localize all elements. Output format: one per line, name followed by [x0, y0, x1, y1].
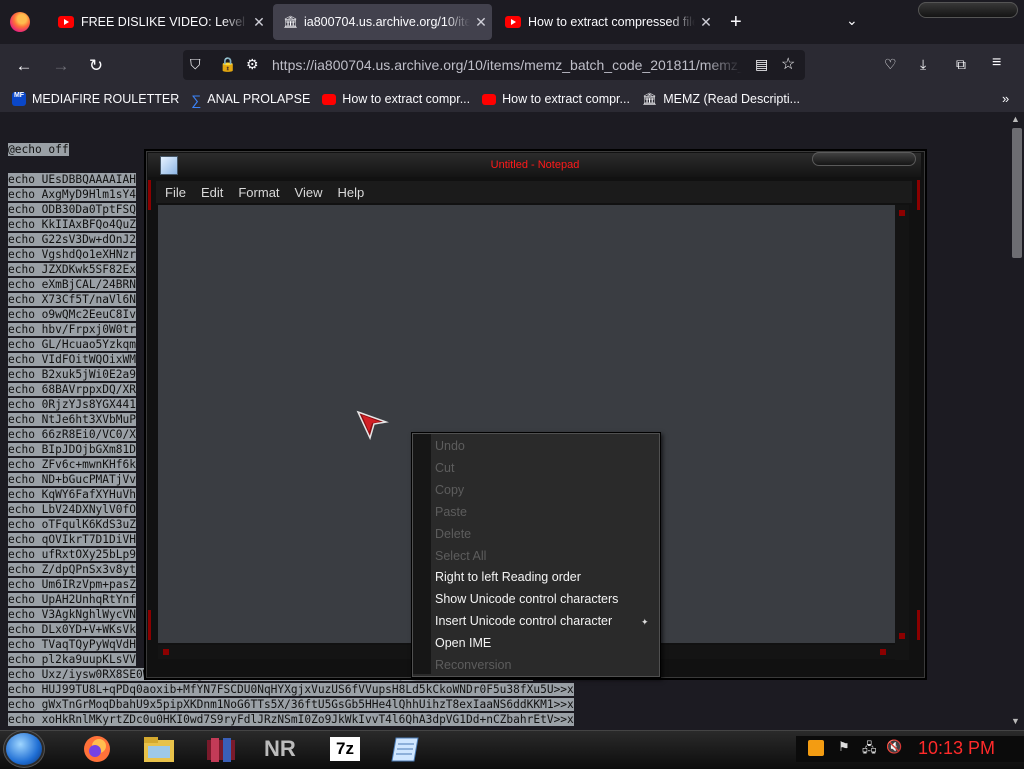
mediafire-icon: MF [12, 92, 26, 106]
menu-item-delete[interactable]: Delete [435, 527, 471, 541]
firefox-icon[interactable] [80, 734, 116, 764]
close-tab-icon[interactable]: ✕ [248, 14, 270, 31]
start-button[interactable] [6, 733, 42, 765]
tab-dislike-video[interactable]: FREE DISLIKE VIDEO: Level Fail C ✕ [48, 4, 270, 40]
tracking-protection-icon[interactable]: ⛉ [190, 56, 201, 73]
tray-app-icon[interactable] [808, 740, 824, 756]
archive-icon: 🏛 [283, 15, 299, 29]
menu-item-insert-unicode[interactable]: Insert Unicode control character [435, 614, 612, 628]
notepad-menubar: File Edit Format View Help [156, 181, 912, 203]
close-tab-icon[interactable]: ✕ [695, 14, 717, 31]
sigma-icon: ∑ [191, 92, 202, 108]
youtube-icon [58, 16, 74, 28]
bookmark-mediafire[interactable]: MF MEDIAFIRE ROULETTER [12, 92, 179, 106]
extensions-icon[interactable]: ⧉ [956, 56, 966, 73]
bookmark-memz[interactable]: 🏛 MEMZ (Read Descripti... [642, 92, 800, 106]
menu-item-rtl-reading-order[interactable]: Right to left Reading order [435, 570, 581, 584]
scroll-down-icon[interactable]: ▼ [1011, 716, 1020, 726]
scroll-left-icon[interactable] [163, 649, 169, 655]
file-explorer-icon[interactable] [141, 734, 177, 764]
menu-help[interactable]: Help [337, 185, 364, 200]
tab-archive[interactable]: 🏛 ia800704.us.archive.org/10/item ✕ [273, 4, 492, 40]
notepad-icon [160, 156, 178, 175]
bookmark-2[interactable]: ∑ ANAL PROLAPSE [191, 92, 310, 108]
pocket-icon[interactable]: ♡ [884, 56, 897, 73]
code-line: echo xoHkRnlMKyrtZDc0u0HKI0wd7S9ryFdlJRz… [8, 713, 574, 726]
menu-edit[interactable]: Edit [201, 185, 223, 200]
nr-icon[interactable]: NR [264, 734, 300, 764]
archive-icon: 🏛 [641, 92, 658, 106]
menu-item-select-all[interactable]: Select All [435, 549, 486, 563]
volume-muted-icon[interactable]: 🔇 [886, 739, 902, 755]
bookmarks-toolbar: MF MEDIAFIRE ROULETTER ∑ ANAL PROLAPSE H… [0, 86, 1024, 112]
mouse-cursor-icon [356, 410, 389, 440]
tab-extract-video[interactable]: How to extract compressed file ✕ [495, 4, 717, 40]
youtube-icon [482, 93, 497, 105]
app-menu-icon[interactable]: ≡ [992, 54, 1001, 72]
close-tab-icon[interactable]: ✕ [470, 14, 492, 31]
menu-file[interactable]: File [165, 185, 186, 200]
notepad-icon[interactable] [388, 734, 424, 764]
youtube-icon [322, 93, 337, 105]
forward-icon[interactable]: → [50, 55, 72, 77]
menu-view[interactable]: View [295, 185, 323, 200]
bookmark-extract-2[interactable]: How to extract compr... [482, 92, 630, 106]
scroll-up-icon[interactable]: ▲ [1011, 114, 1020, 124]
menu-item-copy[interactable]: Copy [435, 483, 464, 497]
submenu-arrow-icon: ✦ [641, 617, 649, 627]
page-scrollbar-thumb[interactable] [1012, 128, 1022, 258]
youtube-icon [505, 16, 521, 28]
action-center-icon[interactable]: ⚑ [838, 739, 850, 755]
scroll-down-icon[interactable] [899, 633, 905, 639]
menu-item-undo[interactable]: Undo [435, 439, 465, 453]
code-line: echo HUJ99TU8L+qPDq0aoxib+MfYN7FSCDU0NqH… [8, 683, 574, 696]
new-tab-icon[interactable]: + [730, 12, 742, 32]
notepad-window-controls[interactable] [812, 152, 916, 166]
code-line: echo gWxTnGrMoqDbahU9x5pipXKDnm1NoG6TTs5… [8, 698, 574, 711]
taskbar-clock[interactable]: 10:13 PM [918, 738, 995, 759]
notepad-vertical-scrollbar[interactable] [895, 205, 909, 660]
firefox-icon[interactable] [10, 12, 30, 32]
window-controls[interactable] [918, 2, 1018, 18]
url-text[interactable]: https://ia800704.us.archive.org/10/items… [272, 57, 742, 73]
downloads-icon[interactable]: ⤓ [920, 56, 926, 73]
winrar-icon[interactable] [203, 734, 239, 764]
7zip-icon[interactable]: 7z [330, 737, 360, 761]
lock-icon[interactable]: 🔒 [219, 56, 236, 73]
scroll-right-icon[interactable] [880, 649, 886, 655]
network-icon[interactable]: 🖧 [862, 739, 877, 761]
notepad-title: Untitled - Notepad [490, 159, 580, 171]
bookmark-extract-1[interactable]: How to extract compr... [322, 92, 470, 106]
tab-title: How to extract compressed file [528, 15, 695, 29]
reader-view-icon[interactable]: ▤ [755, 56, 768, 73]
reload-icon[interactable]: ↻ [85, 55, 107, 77]
menu-item-show-unicode[interactable]: Show Unicode control characters [435, 592, 618, 606]
menu-item-cut[interactable]: Cut [435, 461, 454, 475]
context-menu-gutter [413, 434, 431, 674]
menu-item-open-ime[interactable]: Open IME [435, 636, 491, 650]
bookmark-star-icon[interactable]: ☆ [781, 54, 795, 74]
list-all-tabs-icon[interactable]: ⌄ [846, 12, 858, 29]
menu-item-reconversion[interactable]: Reconversion [435, 658, 511, 672]
more-bookmarks-icon[interactable]: » [1002, 91, 1009, 106]
permissions-icon[interactable]: ⚙ [246, 56, 259, 73]
back-icon[interactable]: ← [13, 55, 35, 77]
scroll-up-icon[interactable] [899, 210, 905, 216]
menu-item-paste[interactable]: Paste [435, 505, 467, 519]
menu-format[interactable]: Format [238, 185, 279, 200]
tab-title: ia800704.us.archive.org/10/item [304, 15, 470, 29]
tab-title: FREE DISLIKE VIDEO: Level Fail C [81, 15, 248, 29]
